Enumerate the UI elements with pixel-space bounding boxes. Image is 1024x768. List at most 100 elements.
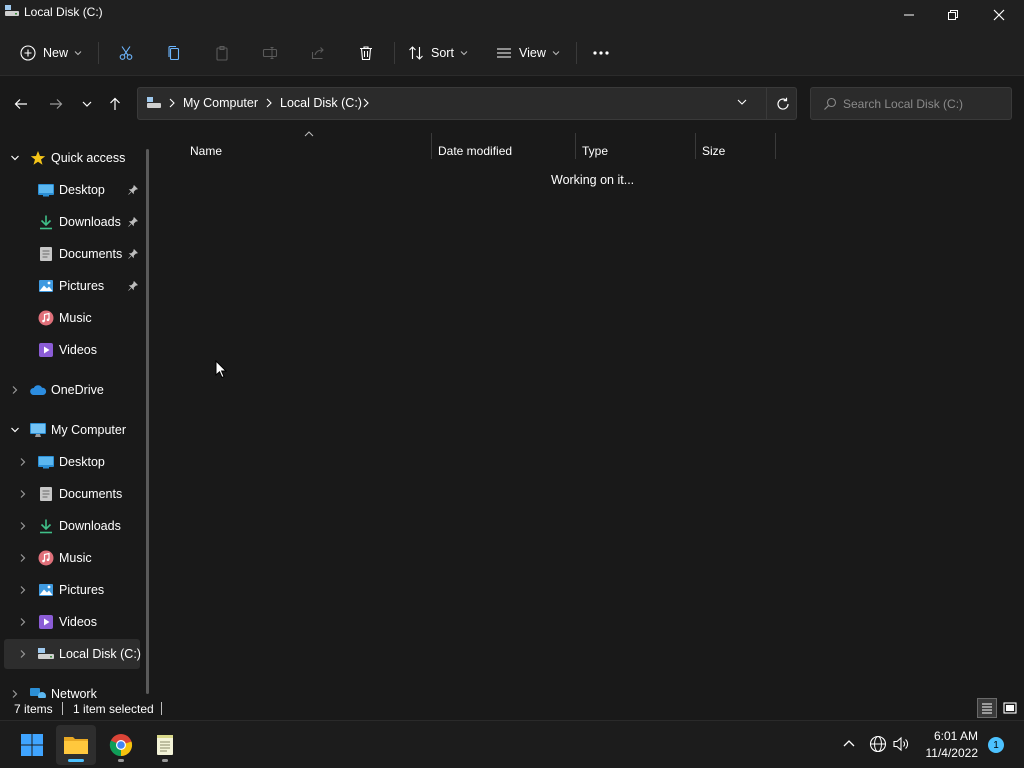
- taskbar-file-explorer[interactable]: [56, 725, 96, 765]
- address-bar[interactable]: My Computer Local Disk (C:): [137, 87, 797, 120]
- chevron-right-icon[interactable]: [17, 616, 29, 628]
- search-input[interactable]: [843, 95, 1003, 113]
- column-header-type[interactable]: Type: [582, 137, 608, 165]
- notification-badge[interactable]: 1: [988, 737, 1004, 753]
- sidebar-item-label: Desktop: [59, 183, 105, 197]
- speaker-icon: [892, 735, 910, 753]
- active-indicator: [68, 759, 84, 762]
- sidebar-item-videos[interactable]: Videos: [4, 335, 140, 365]
- music-icon: [37, 549, 55, 567]
- column-divider[interactable]: [431, 133, 432, 159]
- sidebar-item-onedrive[interactable]: OneDrive: [4, 375, 140, 405]
- taskbar: 6:01 AM 11/4/2022 1: [0, 720, 1024, 768]
- chevron-right-icon[interactable]: [265, 97, 273, 109]
- large-icons-view-button[interactable]: [1000, 698, 1020, 718]
- sidebar-scrollbar[interactable]: [146, 149, 149, 694]
- cut-button[interactable]: [110, 38, 142, 68]
- new-label: New: [43, 46, 69, 60]
- chevron-right-icon[interactable]: [362, 97, 370, 109]
- sidebar-item-pictures[interactable]: Pictures: [4, 575, 140, 605]
- more-options-button[interactable]: [585, 38, 617, 68]
- search-box[interactable]: [810, 87, 1012, 120]
- pin-icon: [128, 185, 138, 195]
- refresh-button[interactable]: [772, 94, 794, 114]
- column-divider[interactable]: [775, 133, 776, 159]
- refresh-icon: [776, 97, 790, 111]
- sidebar-item-documents[interactable]: Documents: [4, 239, 140, 269]
- address-row: My Computer Local Disk (C:): [0, 77, 1024, 131]
- sidebar-item-pictures[interactable]: Pictures: [4, 271, 140, 301]
- sidebar-item-videos[interactable]: Videos: [4, 607, 140, 637]
- forward-button[interactable]: [43, 91, 69, 117]
- sidebar-item-local-disk[interactable]: Local Disk (C:): [4, 639, 141, 669]
- taskbar-chrome[interactable]: [101, 725, 141, 765]
- sort-button[interactable]: Sort: [408, 38, 468, 68]
- restore-button[interactable]: [930, 0, 976, 30]
- recent-locations-button[interactable]: [74, 91, 100, 117]
- drive-icon: [146, 96, 162, 110]
- chevron-down-icon: [74, 49, 82, 57]
- start-button[interactable]: [12, 725, 52, 765]
- sidebar-item-label: OneDrive: [51, 383, 104, 397]
- chevron-right-icon[interactable]: [17, 552, 29, 564]
- sidebar-item-music[interactable]: Music: [4, 303, 140, 333]
- column-header-date-modified[interactable]: Date modified: [438, 137, 512, 165]
- rename-button[interactable]: [254, 38, 286, 68]
- share-button[interactable]: [302, 38, 334, 68]
- new-button[interactable]: New: [20, 38, 82, 68]
- sidebar-item-desktop[interactable]: Desktop: [4, 447, 140, 477]
- details-view-button[interactable]: [977, 698, 997, 718]
- copy-button[interactable]: [158, 38, 190, 68]
- chevron-right-icon[interactable]: [17, 584, 29, 596]
- sidebar-item-documents[interactable]: Documents: [4, 479, 140, 509]
- sidebar-item-quick-access[interactable]: Quick access: [4, 143, 140, 173]
- volume-button[interactable]: [892, 735, 910, 753]
- chevron-right-icon[interactable]: [9, 384, 21, 396]
- chevron-down-icon[interactable]: [9, 424, 21, 436]
- sidebar-item-downloads[interactable]: Downloads: [4, 511, 140, 541]
- sidebar-item-my-computer[interactable]: My Computer: [4, 415, 140, 445]
- close-button[interactable]: [976, 0, 1022, 30]
- chevron-down-icon[interactable]: [9, 152, 21, 164]
- chevron-right-icon[interactable]: [9, 688, 21, 698]
- address-history-dropdown[interactable]: [736, 96, 748, 108]
- column-header-size[interactable]: Size: [702, 137, 725, 165]
- sidebar-item-downloads[interactable]: Downloads: [4, 207, 140, 237]
- pin-icon: [128, 249, 138, 259]
- chevron-right-icon: [168, 97, 176, 109]
- chevron-down-icon: [552, 49, 560, 57]
- drive-icon: [37, 645, 55, 663]
- chevron-right-icon[interactable]: [17, 520, 29, 532]
- pin-icon: [128, 217, 138, 227]
- chevron-down-icon: [81, 98, 93, 110]
- mouse-cursor-icon: [215, 360, 227, 379]
- network-status-button[interactable]: [869, 735, 887, 753]
- sidebar-item-music[interactable]: Music: [4, 543, 140, 573]
- show-hidden-icons-button[interactable]: [842, 737, 856, 749]
- delete-button[interactable]: [350, 38, 382, 68]
- clock-time[interactable]: 6:01 AM: [910, 729, 978, 743]
- sidebar-item-network[interactable]: Network: [4, 679, 140, 698]
- pin-icon: [128, 281, 138, 291]
- chevron-right-icon[interactable]: [17, 456, 29, 468]
- sort-ascending-icon: [304, 131, 314, 137]
- breadcrumb-my-computer[interactable]: My Computer: [183, 96, 258, 110]
- download-icon: [37, 213, 55, 231]
- column-header-name[interactable]: Name: [190, 137, 222, 165]
- breadcrumb-local-disk[interactable]: Local Disk (C:): [280, 96, 362, 110]
- toolbar-divider: [394, 42, 395, 64]
- up-button[interactable]: [102, 91, 128, 117]
- chevron-right-icon[interactable]: [17, 648, 29, 660]
- sidebar-item-label: Network: [51, 687, 97, 698]
- column-divider[interactable]: [695, 133, 696, 159]
- taskbar-notepad[interactable]: [145, 725, 185, 765]
- column-divider[interactable]: [575, 133, 576, 159]
- sidebar-item-desktop[interactable]: Desktop: [4, 175, 140, 205]
- paste-button[interactable]: [206, 38, 238, 68]
- clock-date[interactable]: 11/4/2022: [910, 746, 979, 760]
- chevron-right-icon[interactable]: [17, 488, 29, 500]
- paste-icon: [214, 45, 230, 61]
- back-button[interactable]: [8, 91, 34, 117]
- minimize-button[interactable]: [886, 0, 932, 30]
- view-button[interactable]: View: [496, 38, 560, 68]
